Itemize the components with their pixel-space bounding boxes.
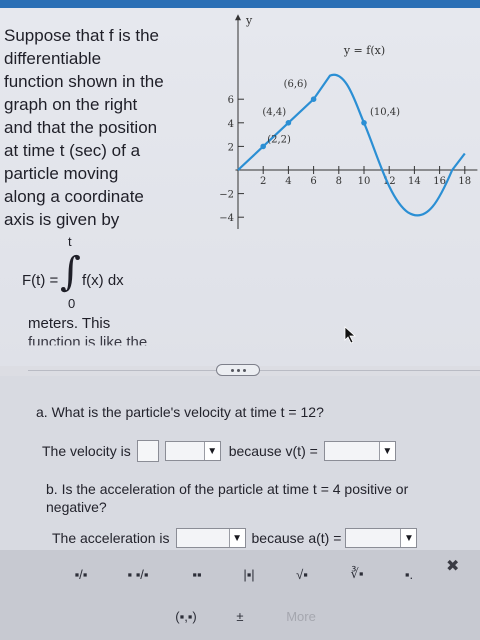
x-tick-label: 18: [458, 176, 471, 187]
chevron-down-icon: ▼: [228, 529, 245, 547]
graph-point-marker: [361, 120, 367, 126]
question-line: along a coordinate: [4, 187, 144, 206]
handle-dot-icon: [230, 368, 234, 372]
chevron-down-icon: ▼: [203, 442, 220, 460]
question-line: and that the position: [4, 118, 158, 137]
graph-point-label: (4,4): [262, 107, 286, 118]
exponent-button[interactable]: ▪▪: [180, 561, 214, 587]
velocity-prefix: The velocity is: [42, 443, 131, 459]
part-b-question: b. Is the acceleration of the particle a…: [46, 481, 409, 515]
y-tick-label: 6: [228, 95, 234, 106]
curve-label: y = f(x): [343, 44, 385, 57]
x-tick-label: 4: [285, 176, 291, 187]
question-line: particle moving: [4, 164, 119, 183]
y-tick-label: 4: [228, 119, 234, 130]
velocity-reason-dropdown[interactable]: ▼: [323, 441, 396, 461]
y-axis-label: y: [245, 14, 253, 27]
graph-point-label: (6,6): [284, 79, 308, 90]
integral-upper-limit: t: [68, 234, 72, 249]
close-icon[interactable]: ✖: [446, 556, 459, 576]
x-tick-label: 6: [310, 176, 316, 187]
question-line: graph on the right: [4, 95, 138, 114]
integral-lower-limit: 0: [68, 296, 76, 311]
tail-line: meters. This: [28, 315, 111, 332]
answer-panel: [0, 376, 480, 550]
acceleration-reason-dropdown[interactable]: ▼: [345, 528, 418, 548]
handle-dot-icon: [236, 368, 240, 372]
y-tick-label: −4: [219, 213, 234, 224]
resize-handle[interactable]: [216, 364, 260, 376]
decimal-button[interactable]: ▪.: [394, 561, 424, 587]
integral-body: f(x) dx: [82, 272, 124, 289]
x-tick-label: 8: [336, 176, 342, 187]
x-tick-label: 10: [358, 176, 371, 187]
absolute-value-button[interactable]: |▪|: [232, 561, 266, 587]
function-graph: 2 4 6 8 10 12 14 16 18642−2−4 (2,2)(4,4)(6,6)(10…: [219, 14, 478, 229]
acceleration-prefix: The acceleration is: [52, 530, 170, 546]
plus-minus-button[interactable]: ±: [228, 603, 252, 629]
integral-sign: ∫: [60, 249, 81, 295]
integral-lhs: F(t) =: [22, 272, 59, 289]
cube-root-button[interactable]: ∛▪: [340, 561, 374, 587]
question-line: differentiable: [4, 49, 102, 68]
more-button[interactable]: More: [278, 603, 324, 629]
part-b-answer-row: The acceleration is ▼ because a(t) = ▼: [52, 528, 418, 548]
part-a-question: a. What is the particle's velocity at ti…: [36, 404, 324, 420]
velocity-answer-box[interactable]: [136, 440, 159, 462]
y-axis-arrow-icon: [235, 14, 241, 21]
graph-point-marker: [260, 143, 266, 150]
square-root-button[interactable]: √▪: [286, 561, 318, 587]
mixed-number-button[interactable]: ▪ ▪/▪: [118, 561, 158, 587]
velocity-unit-dropdown[interactable]: ▼: [164, 441, 221, 461]
question-line: at time t (sec) of a: [4, 141, 141, 160]
tail-line-cut: function is like the: [28, 334, 148, 351]
y-tick-label: 2: [228, 142, 234, 153]
graph-point-marker: [310, 96, 317, 102]
acceleration-because: because a(t) =: [251, 530, 342, 546]
fraction-button[interactable]: ▪/▪: [66, 561, 96, 587]
question-line: Suppose that f is the: [4, 26, 159, 45]
question-text: Suppose that f is the differentiable fun…: [4, 24, 204, 231]
chevron-down-icon: ▼: [378, 442, 395, 460]
velocity-because: because v(t) =: [228, 443, 318, 459]
y-tick-label: −2: [219, 190, 234, 201]
x-tick-label: 14: [408, 176, 421, 187]
graph-point-label: (2,2): [267, 134, 291, 145]
x-tick-label: 2: [260, 176, 266, 187]
graph-points: (2,2) (4,4) (6,6) (10,4): [260, 79, 400, 150]
question-line: function shown in the: [4, 72, 164, 91]
top-bar: [0, 0, 480, 8]
handle-dot-icon: [242, 368, 246, 372]
acceleration-sign-dropdown[interactable]: ▼: [175, 528, 246, 548]
ordered-pair-button[interactable]: (▪,▪): [168, 603, 204, 629]
question-line: axis is given by: [4, 210, 120, 229]
part-a-answer-row: The velocity is ▼ because v(t) = ▼: [42, 440, 396, 462]
integral-formula: t F(t) = ∫ f(x) dx 0: [20, 234, 210, 324]
mouse-cursor-icon: [344, 326, 357, 344]
graph-point-marker: [285, 120, 292, 126]
chevron-down-icon: ▼: [400, 529, 417, 547]
question-tail: meters. This function is like the: [28, 314, 147, 352]
graph-point-label: (10,4): [370, 107, 400, 118]
